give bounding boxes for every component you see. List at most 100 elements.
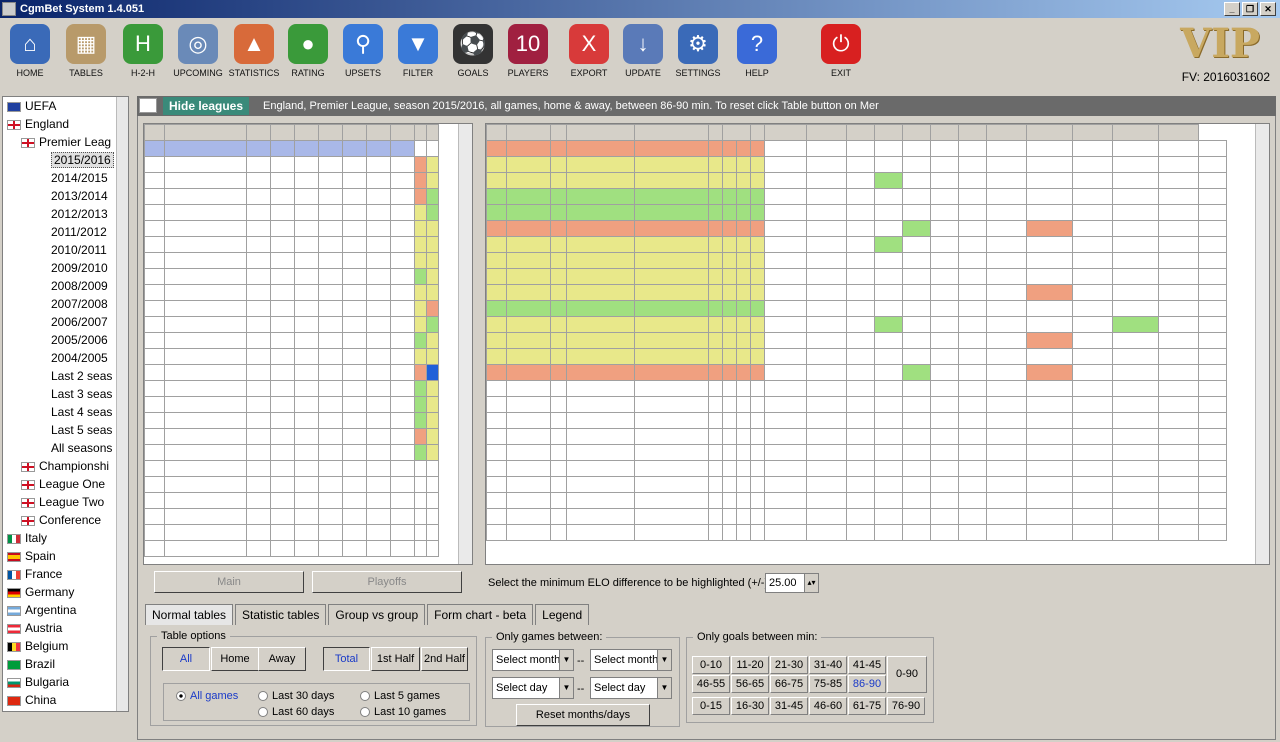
match-row[interactable] bbox=[486, 332, 1227, 349]
goal-range-56-65-button[interactable]: 56-65 bbox=[731, 675, 769, 693]
goal-range-31-45-button[interactable]: 31-45 bbox=[770, 697, 808, 715]
tree-item[interactable]: Brazil bbox=[3, 655, 128, 673]
venue-all-button[interactable]: All bbox=[162, 647, 210, 671]
toolbar-upsets-button[interactable]: ⚲ UPSETS bbox=[335, 22, 391, 78]
tree-item[interactable]: Croatia bbox=[3, 709, 128, 711]
tree-item[interactable]: 2007/2008 bbox=[3, 295, 128, 313]
standings-col-header[interactable] bbox=[144, 124, 165, 141]
goal-range-0-15-button[interactable]: 0-15 bbox=[692, 697, 730, 715]
standings-row[interactable] bbox=[144, 140, 439, 157]
standings-row[interactable] bbox=[144, 300, 439, 317]
matches-col-header[interactable] bbox=[764, 124, 807, 141]
standings-row[interactable] bbox=[144, 220, 439, 237]
match-row[interactable] bbox=[486, 348, 1227, 365]
standings-col-header[interactable] bbox=[294, 124, 319, 141]
tree-item[interactable]: 2013/2014 bbox=[3, 187, 128, 205]
matches-vscrollbar[interactable] bbox=[1255, 124, 1269, 564]
goal-range-86-90-button[interactable]: 86-90 bbox=[848, 675, 886, 693]
tree-item[interactable]: League Two bbox=[3, 493, 128, 511]
tree-item[interactable]: Conference bbox=[3, 511, 128, 529]
tree-item[interactable]: Bulgaria bbox=[3, 673, 128, 691]
playoffs-button[interactable]: Playoffs bbox=[312, 571, 462, 593]
venue-away-button[interactable]: Away bbox=[258, 647, 306, 671]
half-total-button[interactable]: Total bbox=[323, 647, 370, 671]
standings-row[interactable] bbox=[144, 444, 439, 461]
toolbar-filter-button[interactable]: ▼ FILTER bbox=[390, 22, 446, 78]
standings-row[interactable] bbox=[144, 364, 439, 381]
matches-col-header[interactable] bbox=[566, 124, 635, 141]
goal-range-0-10-button[interactable]: 0-10 bbox=[692, 656, 730, 674]
radio-last-5-games[interactable]: Last 5 games bbox=[360, 690, 440, 702]
tree-item[interactable]: 2005/2006 bbox=[3, 331, 128, 349]
goal-range-0-90-button[interactable]: 0-90 bbox=[887, 656, 927, 693]
matches-col-header[interactable] bbox=[986, 124, 1027, 141]
tree-item[interactable]: Spain bbox=[3, 547, 128, 565]
standings-col-header[interactable] bbox=[414, 124, 427, 141]
matches-col-header[interactable] bbox=[846, 124, 875, 141]
goal-range-41-45-button[interactable]: 41-45 bbox=[848, 656, 886, 674]
matches-col-header[interactable] bbox=[486, 124, 507, 141]
matches-col-header[interactable] bbox=[634, 124, 709, 141]
goal-range-46-55-button[interactable]: 46-55 bbox=[692, 675, 730, 693]
radio-last-60-days[interactable]: Last 60 days bbox=[258, 706, 334, 718]
match-row[interactable] bbox=[486, 284, 1227, 301]
goal-range-76-90-button[interactable]: 76-90 bbox=[887, 697, 925, 715]
half-1st-half-button[interactable]: 1st Half bbox=[371, 647, 420, 671]
toolbar-rating-button[interactable]: ● RATING bbox=[280, 22, 336, 78]
tree-item[interactable]: Last 3 seas bbox=[3, 385, 128, 403]
half-2nd-half-button[interactable]: 2nd Half bbox=[421, 647, 468, 671]
reset-months-button[interactable]: Reset months/days bbox=[516, 704, 650, 726]
tree-item[interactable]: All seasons bbox=[3, 439, 128, 457]
toolbar-home-button[interactable]: ⌂ HOME bbox=[2, 22, 58, 78]
match-row[interactable] bbox=[486, 380, 1227, 397]
standings-col-header[interactable] bbox=[390, 124, 415, 141]
match-row[interactable] bbox=[486, 412, 1227, 429]
from-month-select[interactable]: Select month ▼ bbox=[492, 649, 574, 671]
standings-row[interactable] bbox=[144, 268, 439, 285]
standings-col-header[interactable] bbox=[270, 124, 295, 141]
tree-item[interactable]: England bbox=[3, 115, 128, 133]
tree-item[interactable]: 2011/2012 bbox=[3, 223, 128, 241]
match-row[interactable] bbox=[486, 140, 1227, 157]
tab-form-chart-beta[interactable]: Form chart - beta bbox=[427, 604, 534, 625]
standings-row[interactable] bbox=[144, 252, 439, 269]
matches-col-header[interactable] bbox=[550, 124, 567, 141]
tree-item[interactable]: 2015/2016 bbox=[3, 151, 128, 169]
matches-col-header[interactable] bbox=[1158, 124, 1199, 141]
standings-col-header[interactable] bbox=[342, 124, 367, 141]
match-row[interactable] bbox=[486, 252, 1227, 269]
to-month-select[interactable]: Select month ▼ bbox=[590, 649, 672, 671]
from-day-select[interactable]: Select day ▼ bbox=[492, 677, 574, 699]
match-row[interactable] bbox=[486, 220, 1227, 237]
match-row[interactable] bbox=[486, 508, 1227, 525]
goal-range-61-75-button[interactable]: 61-75 bbox=[848, 697, 886, 715]
venue-home-button[interactable]: Home bbox=[211, 647, 259, 671]
tree-item[interactable]: 2004/2005 bbox=[3, 349, 128, 367]
match-row[interactable] bbox=[486, 268, 1227, 285]
match-row[interactable] bbox=[486, 396, 1227, 413]
matches-col-header[interactable] bbox=[930, 124, 959, 141]
matches-col-header[interactable] bbox=[806, 124, 847, 141]
main-button[interactable]: Main bbox=[154, 571, 304, 593]
matches-grid[interactable] bbox=[485, 123, 1270, 565]
standings-row[interactable] bbox=[144, 348, 439, 365]
standings-row[interactable] bbox=[144, 284, 439, 301]
tree-item[interactable]: Belgium bbox=[3, 637, 128, 655]
toolbar-update-button[interactable]: ↓ UPDATE bbox=[615, 22, 671, 78]
standings-grid[interactable] bbox=[143, 123, 473, 565]
radio-last-30-days[interactable]: Last 30 days bbox=[258, 690, 334, 702]
goal-range-11-20-button[interactable]: 11-20 bbox=[731, 656, 769, 674]
league-tree[interactable]: UEFA England Premier Leag 2015/2016 2014/201… bbox=[2, 96, 129, 712]
hide-leagues-button[interactable]: Hide leagues bbox=[163, 97, 249, 115]
toolbar-players-button[interactable]: 10 PLAYERS bbox=[500, 22, 556, 78]
match-row[interactable] bbox=[486, 156, 1227, 173]
tab-statistic-tables[interactable]: Statistic tables bbox=[235, 604, 327, 625]
tab-group-vs-group[interactable]: Group vs group bbox=[328, 604, 426, 625]
tree-item[interactable]: League One bbox=[3, 475, 128, 493]
match-row[interactable] bbox=[486, 492, 1227, 509]
matches-col-header[interactable] bbox=[874, 124, 903, 141]
matches-col-header[interactable] bbox=[506, 124, 551, 141]
match-row[interactable] bbox=[486, 444, 1227, 461]
tree-item[interactable]: 2012/2013 bbox=[3, 205, 128, 223]
matches-col-header[interactable] bbox=[902, 124, 931, 141]
